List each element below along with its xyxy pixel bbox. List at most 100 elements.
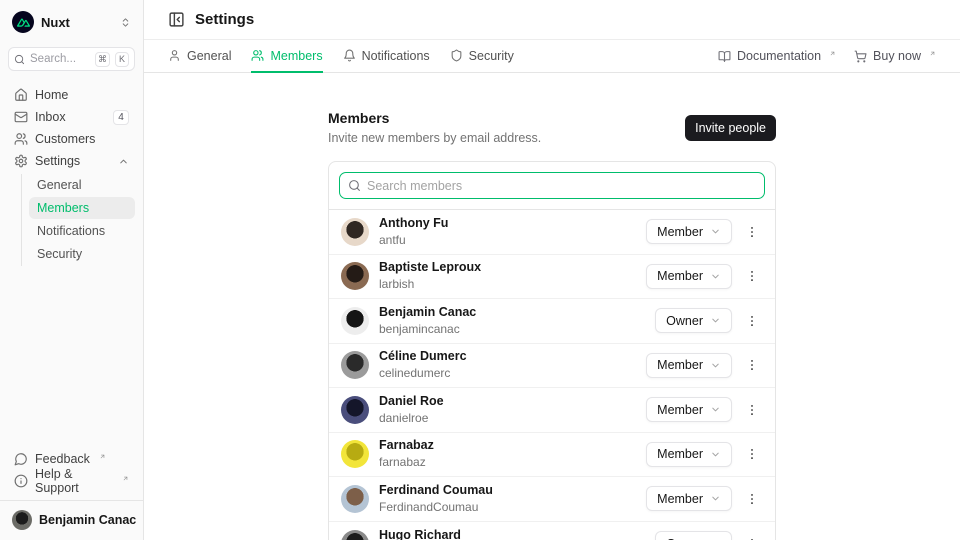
member-row: Benjamin Canac benjamincanac Owner [329, 299, 775, 344]
role-label: Owner [666, 314, 703, 328]
sidebar-item-security[interactable]: Security [29, 243, 135, 265]
member-name: Baptiste Leproux [379, 260, 481, 276]
kbd-k: K [115, 52, 129, 67]
sidebar-item-notifications[interactable]: Notifications [29, 220, 135, 242]
kebab-icon [745, 314, 759, 328]
row-actions-menu[interactable] [741, 533, 763, 540]
role-select[interactable]: Member [646, 219, 732, 244]
help-support-link[interactable]: Help & Support [8, 470, 135, 492]
chevron-down-icon [710, 271, 721, 282]
kebab-icon [745, 447, 759, 461]
members-search-section [329, 162, 775, 210]
row-actions-menu[interactable] [741, 221, 763, 243]
avatar [341, 218, 369, 246]
help-support-label: Help & Support [35, 467, 113, 495]
home-icon [14, 88, 28, 102]
row-actions-menu[interactable] [741, 354, 763, 376]
user-menu[interactable]: Benjamin Canac [8, 501, 135, 530]
bell-icon [343, 49, 356, 62]
sidebar-item-label: General [37, 178, 81, 192]
tab-label: General [187, 49, 231, 63]
chevron-down-icon [710, 493, 721, 504]
member-username: danielroe [379, 411, 444, 426]
avatar [12, 510, 32, 530]
member-meta: Farnabaz farnabaz [379, 438, 434, 470]
chevron-down-icon [710, 360, 721, 371]
search-members-input[interactable] [367, 179, 756, 193]
cart-icon [854, 50, 867, 63]
member-meta: Daniel Roe danielroe [379, 394, 444, 426]
tab-notifications[interactable]: Notifications [343, 40, 430, 73]
member-name: Farnabaz [379, 438, 434, 454]
member-name: Ferdinand Coumau [379, 483, 493, 499]
documentation-link[interactable]: Documentation [718, 49, 836, 63]
role-select[interactable]: Member [646, 264, 732, 289]
member-row: Farnabaz farnabaz Member [329, 433, 775, 478]
kebab-icon [745, 403, 759, 417]
gear-icon [14, 154, 28, 168]
sidebar-item-members[interactable]: Members [29, 197, 135, 219]
member-row: Hugo Richard hugorcd Owner [329, 522, 775, 540]
info-icon [14, 474, 28, 488]
avatar [341, 307, 369, 335]
role-label: Member [657, 225, 703, 239]
member-username: farnabaz [379, 455, 434, 470]
sidebar-item-settings[interactable]: Settings [8, 150, 135, 172]
chevron-up-icon [118, 156, 129, 167]
search-icon [14, 54, 25, 65]
sidebar-item-inbox[interactable]: Inbox 4 [8, 106, 135, 128]
sidebar-search-button[interactable]: Search... ⌘ K [8, 47, 135, 71]
invite-people-button[interactable]: Invite people [685, 115, 776, 141]
tab-label: Members [270, 49, 322, 63]
users-icon [251, 49, 264, 62]
sidebar-item-label: Notifications [37, 224, 105, 238]
role-select[interactable]: Member [646, 353, 732, 378]
member-meta: Céline Dumerc celinedumerc [379, 349, 467, 381]
row-actions-menu[interactable] [741, 488, 763, 510]
role-select[interactable]: Owner [655, 531, 732, 540]
buy-now-link[interactable]: Buy now [854, 49, 936, 63]
external-link-icon [122, 475, 129, 482]
collapse-sidebar-icon[interactable] [168, 11, 185, 28]
search-placeholder: Search... [30, 53, 90, 65]
sidebar-footer: Feedback Help & Support Benjamin Canac [8, 448, 135, 530]
kebab-icon [745, 225, 759, 239]
search-icon [348, 179, 361, 192]
page-title: Settings [195, 11, 254, 28]
app-window: Nuxt Search... ⌘ K Home Inbox 4 Customer… [0, 0, 960, 540]
header-actions: Documentation Buy now [718, 40, 936, 72]
sidebar-item-label: Members [37, 201, 89, 215]
tab-security[interactable]: Security [450, 40, 514, 73]
role-select[interactable]: Member [646, 442, 732, 467]
chevron-up-down-icon [120, 17, 131, 28]
workspace-switcher[interactable]: Nuxt [8, 10, 135, 34]
row-actions-menu[interactable] [741, 310, 763, 332]
kebab-icon [745, 358, 759, 372]
tab-general[interactable]: General [168, 40, 231, 73]
row-actions-menu[interactable] [741, 443, 763, 465]
members-search-field [339, 172, 765, 199]
role-select[interactable]: Member [646, 397, 732, 422]
row-actions-menu[interactable] [741, 399, 763, 421]
member-name: Hugo Richard [379, 528, 461, 540]
role-select[interactable]: Member [646, 486, 732, 511]
avatar [341, 485, 369, 513]
member-username: antfu [379, 233, 448, 248]
member-meta: Baptiste Leproux larbish [379, 260, 481, 292]
role-select[interactable]: Owner [655, 308, 732, 333]
sidebar-item-general[interactable]: General [29, 174, 135, 196]
sidebar: Nuxt Search... ⌘ K Home Inbox 4 Customer… [0, 0, 144, 540]
kebab-icon [745, 269, 759, 283]
member-meta: Benjamin Canac benjamincanac [379, 305, 476, 337]
kebab-icon [745, 492, 759, 506]
member-meta: Hugo Richard hugorcd [379, 528, 461, 540]
sidebar-item-label: Customers [35, 132, 95, 146]
sidebar-item-customers[interactable]: Customers [8, 128, 135, 150]
tab-members[interactable]: Members [251, 40, 322, 73]
sidebar-item-home[interactable]: Home [8, 84, 135, 106]
external-link-icon [829, 50, 836, 57]
sidebar-item-label: Settings [35, 154, 80, 168]
row-actions-menu[interactable] [741, 265, 763, 287]
member-username: FerdinandCoumau [379, 500, 493, 515]
external-link-icon [99, 453, 106, 460]
